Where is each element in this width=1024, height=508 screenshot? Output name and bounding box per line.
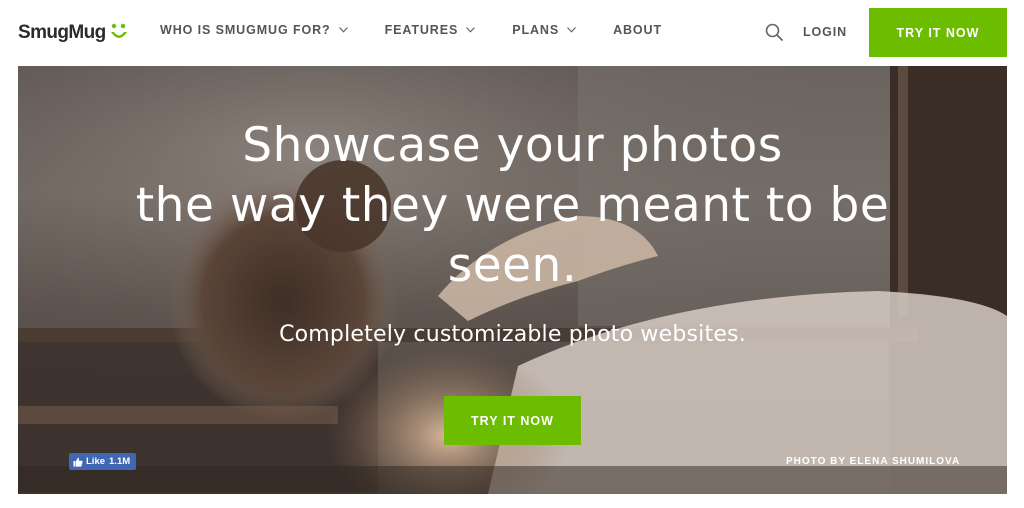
headline-line: seen. bbox=[447, 238, 578, 293]
nav-item-who-is-smugmug-for[interactable]: WHO IS SMUGMUG FOR? bbox=[160, 23, 348, 37]
nav-item-plans[interactable]: PLANS bbox=[512, 23, 577, 37]
headline-line: the way they were meant to be bbox=[135, 178, 890, 233]
nav-label: FEATURES bbox=[384, 23, 459, 37]
nav-label: WHO IS SMUGMUG FOR? bbox=[160, 23, 331, 37]
search-icon[interactable] bbox=[765, 23, 784, 42]
hero-headline: Showcase your photos the way they were m… bbox=[18, 116, 1007, 296]
nav-item-features[interactable]: FEATURES bbox=[385, 23, 476, 37]
nav-label: PLANS bbox=[512, 23, 560, 37]
site-header: SmugMug WHO IS SMUGMUG FOR? FEATURES PLA… bbox=[0, 0, 1024, 66]
chevron-down-icon bbox=[567, 27, 577, 33]
hero-subheadline: Completely customizable photo websites. bbox=[279, 322, 746, 347]
try-it-now-button-hero[interactable]: TRY IT NOW bbox=[444, 396, 581, 445]
photo-credit: PHOTO BY ELENA SHUMILOVA bbox=[786, 456, 961, 467]
chevron-down-icon bbox=[338, 27, 348, 33]
nav-item-about[interactable]: ABOUT bbox=[613, 23, 662, 37]
login-link[interactable]: LOGIN bbox=[803, 25, 847, 39]
nav-label: ABOUT bbox=[613, 23, 663, 37]
hero-banner: Showcase your photos the way they were m… bbox=[18, 66, 1007, 494]
smugmug-face-icon bbox=[110, 23, 127, 38]
chevron-down-icon bbox=[466, 27, 476, 33]
facebook-like-button[interactable]: Like 1.1M bbox=[69, 453, 137, 470]
facebook-like-label: Like bbox=[86, 456, 106, 467]
main-nav: WHO IS SMUGMUG FOR? FEATURES PLANS ABOUT bbox=[160, 23, 699, 37]
thumbs-up-icon bbox=[73, 457, 83, 467]
smugmug-logo[interactable]: SmugMug bbox=[18, 20, 129, 46]
headline-line: Showcase your photos bbox=[242, 118, 783, 173]
facebook-like-count: 1.1M bbox=[109, 456, 131, 467]
try-it-now-button-header[interactable]: TRY IT NOW bbox=[869, 8, 1007, 57]
logo-wordmark: SmugMug bbox=[18, 22, 106, 43]
